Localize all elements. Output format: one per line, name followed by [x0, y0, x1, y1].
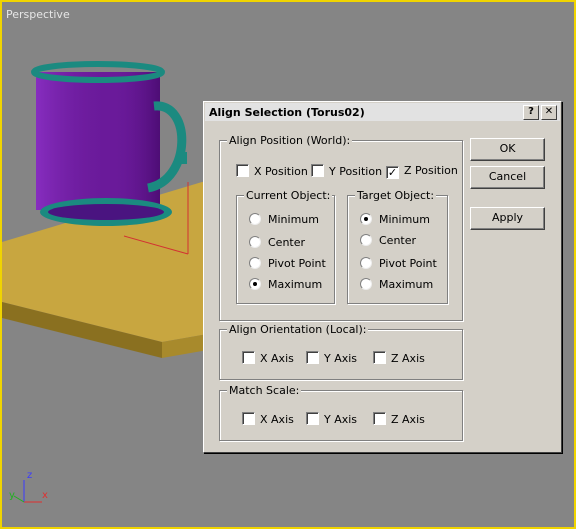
axis-x-label: x	[42, 490, 48, 501]
radio-label: Maximum	[379, 278, 434, 291]
align-orientation-group: Align Orientation (Local): X Axis Y Axis…	[219, 323, 463, 380]
ok-button[interactable]: OK	[470, 138, 545, 161]
target-object-legend: Target Object:	[355, 189, 437, 202]
radio-dot	[249, 236, 261, 248]
apply-button[interactable]: Apply	[470, 207, 545, 230]
axis-y-label: y	[9, 490, 15, 501]
x-position-label: X Position	[254, 165, 308, 178]
radio-label: Center	[379, 234, 417, 247]
checkmark-icon: ✓	[386, 166, 399, 179]
radio-dot	[360, 257, 372, 269]
align-orientation-legend: Align Orientation (Local):	[227, 323, 369, 336]
checkbox-box	[306, 351, 319, 364]
y-position-label: Y Position	[329, 165, 383, 178]
checkbox-label: Z Axis	[391, 352, 425, 365]
scale-y-checkbox[interactable]: Y Axis	[306, 412, 357, 426]
orientation-y-checkbox[interactable]: Y Axis	[306, 351, 357, 365]
target-center-radio[interactable]: Center	[360, 234, 416, 247]
checkbox-box	[306, 412, 319, 425]
dialog-titlebar[interactable]: Align Selection (Torus02) ? ✕	[205, 103, 560, 121]
match-scale-legend: Match Scale:	[227, 384, 302, 397]
checkbox-box	[236, 164, 249, 177]
checkbox-box	[373, 412, 386, 425]
radio-dot-selected	[360, 213, 372, 225]
scale-x-checkbox[interactable]: X Axis	[242, 412, 294, 426]
align-position-group: Align Position (World): X Position Y Pos…	[219, 134, 463, 321]
radio-dot	[360, 278, 372, 290]
dialog-title: Align Selection (Torus02)	[209, 106, 365, 119]
radio-label: Pivot Point	[379, 257, 437, 270]
current-object-group: Current Object: Minimum Center Pivot Poi…	[236, 189, 335, 304]
radio-label: Pivot Point	[268, 257, 326, 270]
checkbox-label: Y Axis	[324, 352, 358, 365]
checkbox-box	[311, 164, 324, 177]
help-button[interactable]: ?	[523, 105, 539, 120]
orientation-x-checkbox[interactable]: X Axis	[242, 351, 294, 365]
current-object-legend: Current Object:	[244, 189, 333, 202]
current-maximum-radio[interactable]: Maximum	[249, 278, 322, 291]
checkbox-label: Z Axis	[391, 413, 425, 426]
radio-dot	[249, 213, 261, 225]
orientation-z-checkbox[interactable]: Z Axis	[373, 351, 425, 365]
checkbox-box	[373, 351, 386, 364]
checkbox-label: X Axis	[260, 352, 294, 365]
radio-label: Minimum	[379, 213, 430, 226]
radio-dot-selected	[249, 278, 261, 290]
target-object-group: Target Object: Minimum Center Pivot Poin…	[347, 189, 448, 304]
radio-label: Maximum	[268, 278, 323, 291]
checkbox-box	[242, 351, 255, 364]
y-position-checkbox[interactable]: Y Position	[311, 164, 382, 178]
radio-dot	[249, 257, 261, 269]
current-minimum-radio[interactable]: Minimum	[249, 213, 319, 226]
cancel-button[interactable]: Cancel	[470, 166, 545, 189]
axis-z-label: z	[27, 470, 33, 481]
current-center-radio[interactable]: Center	[249, 236, 305, 249]
z-position-checkbox[interactable]: ✓ Z Position	[386, 164, 458, 179]
x-position-checkbox[interactable]: X Position	[236, 164, 308, 178]
align-selection-dialog: Align Selection (Torus02) ? ✕ Align Posi…	[203, 101, 562, 453]
radio-label: Center	[268, 236, 306, 249]
current-pivot-radio[interactable]: Pivot Point	[249, 257, 326, 270]
radio-label: Minimum	[268, 213, 319, 226]
scale-z-checkbox[interactable]: Z Axis	[373, 412, 425, 426]
match-scale-group: Match Scale: X Axis Y Axis Z Axis	[219, 384, 463, 441]
checkbox-label: Y Axis	[324, 413, 358, 426]
close-button[interactable]: ✕	[541, 105, 557, 120]
checkbox-box	[242, 412, 255, 425]
z-position-label: Z Position	[404, 164, 458, 177]
target-minimum-radio[interactable]: Minimum	[360, 213, 430, 226]
target-pivot-radio[interactable]: Pivot Point	[360, 257, 437, 270]
align-position-legend: Align Position (World):	[227, 134, 353, 147]
checkbox-label: X Axis	[260, 413, 294, 426]
target-maximum-radio[interactable]: Maximum	[360, 278, 433, 291]
radio-dot	[360, 234, 372, 246]
